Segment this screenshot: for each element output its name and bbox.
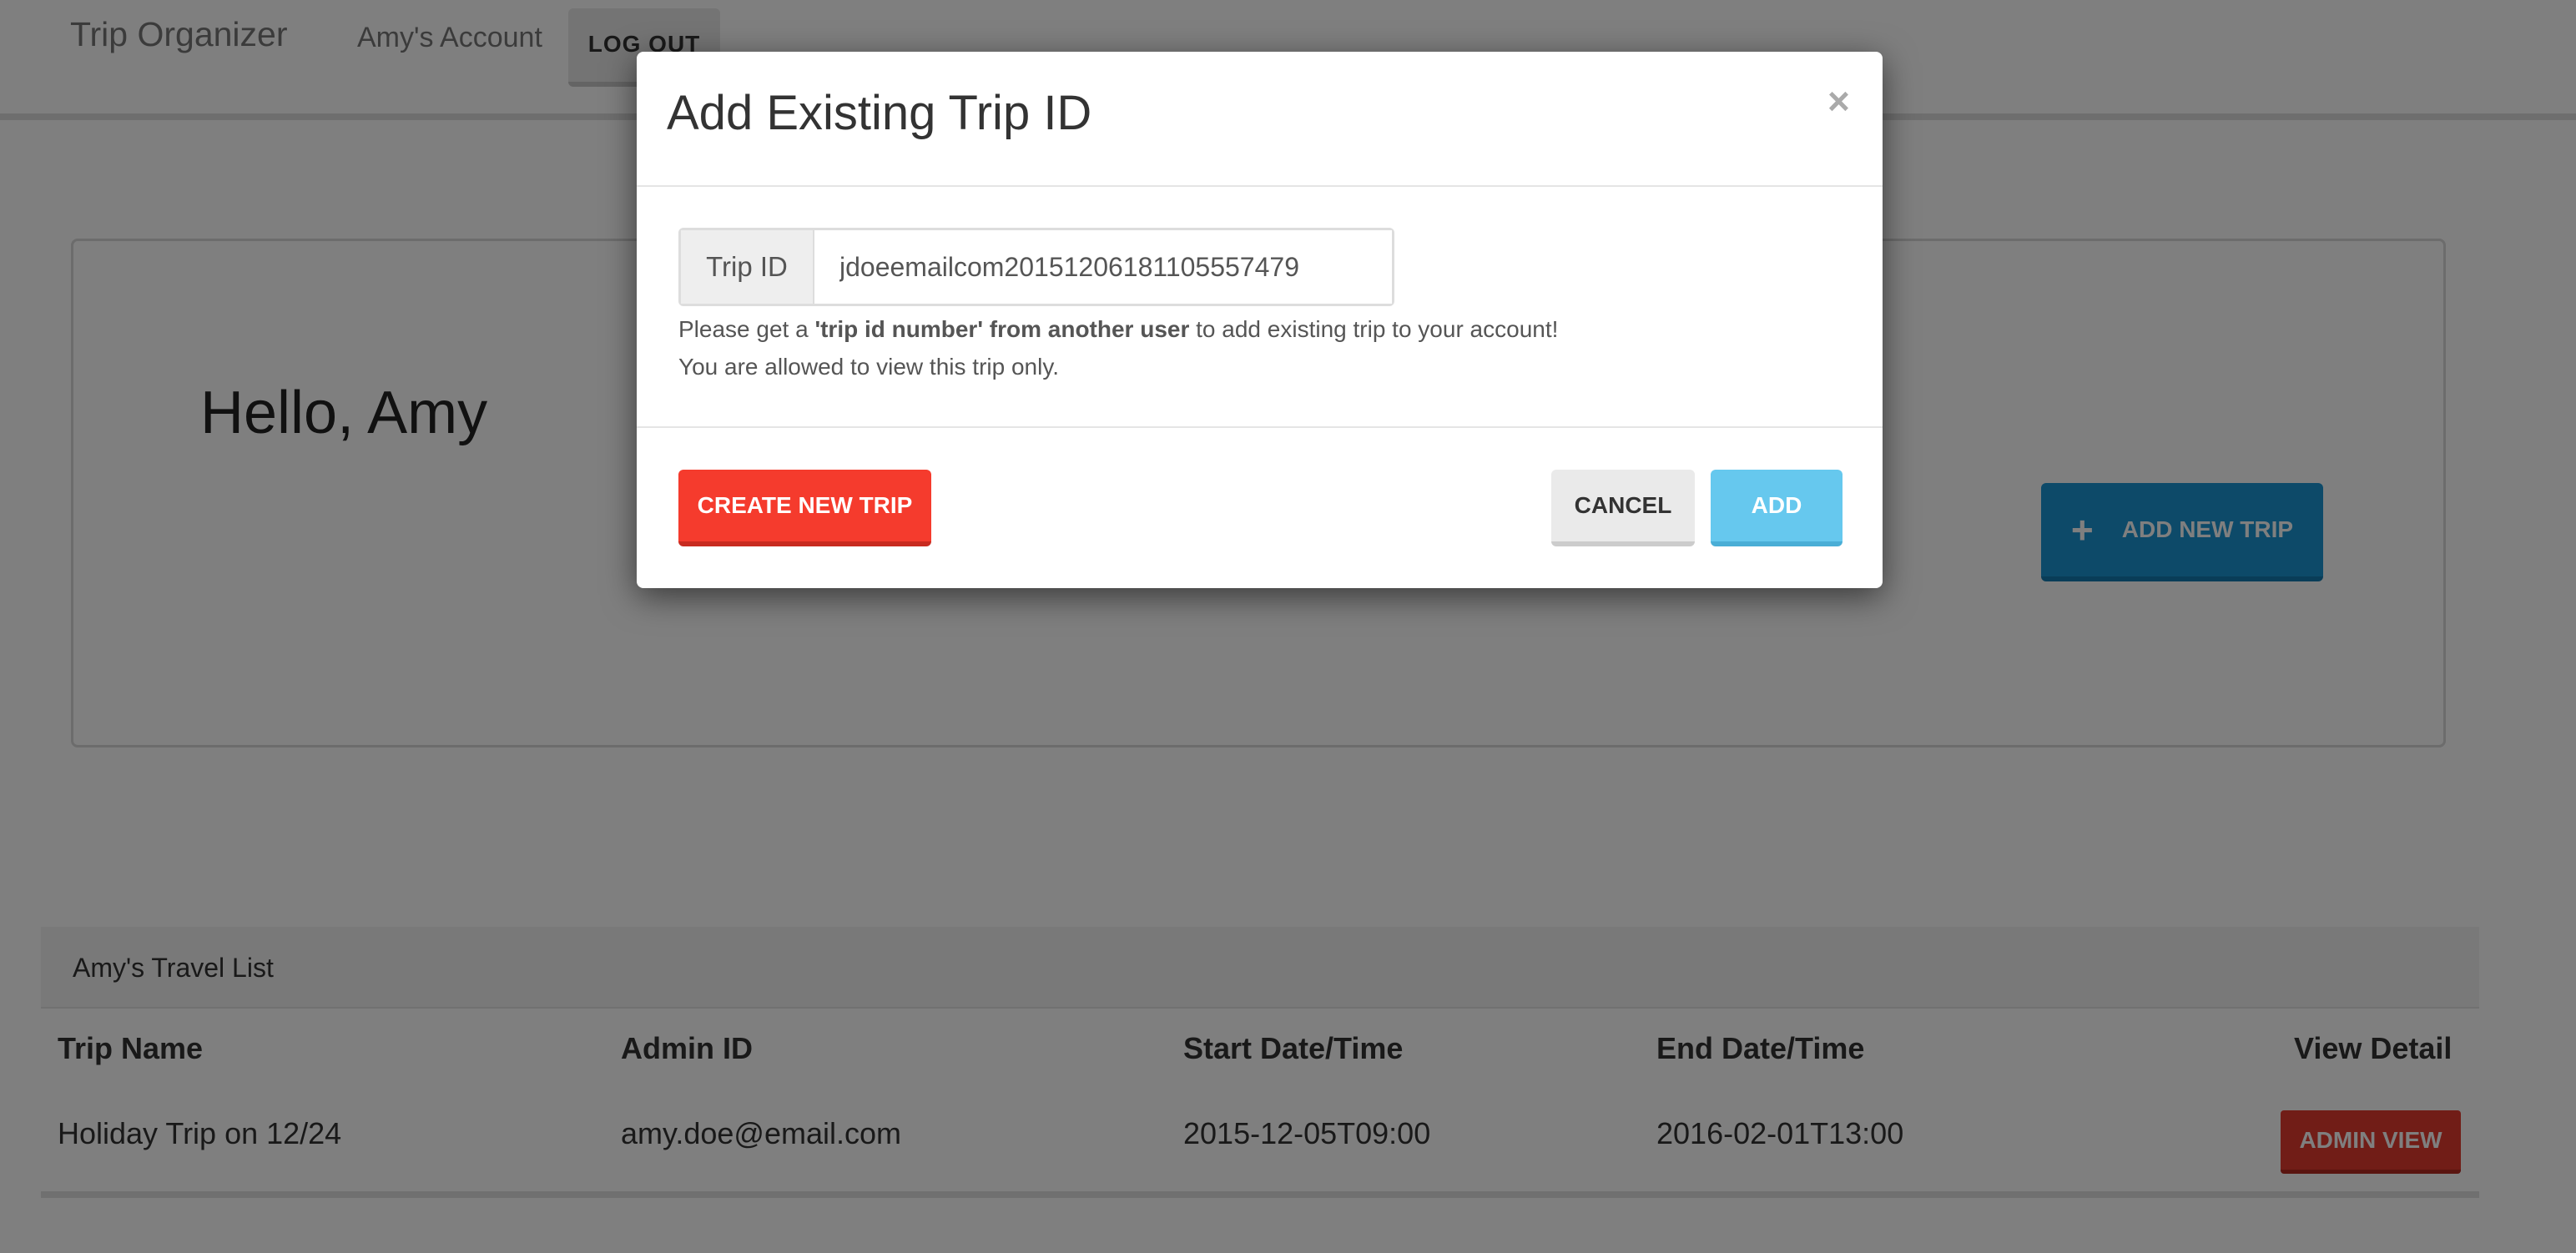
add-trip-modal: Add Existing Trip ID × Trip ID Please ge… bbox=[637, 52, 1883, 588]
modal-divider bbox=[637, 185, 1883, 187]
help-text: Please get a 'trip id number' from anoth… bbox=[678, 316, 1558, 343]
help-text-view-only: You are allowed to view this trip only. bbox=[678, 354, 1060, 380]
help-text-emphasis: 'trip id number' from another user bbox=[814, 316, 1190, 342]
close-icon[interactable]: × bbox=[1827, 78, 1850, 123]
trip-id-input-group: Trip ID bbox=[678, 228, 1394, 306]
trip-id-input[interactable] bbox=[814, 230, 1392, 304]
modal-title: Add Existing Trip ID bbox=[667, 86, 1092, 140]
cancel-button[interactable]: CANCEL bbox=[1551, 470, 1695, 546]
create-new-trip-button[interactable]: CREATE NEW TRIP bbox=[678, 470, 931, 546]
modal-footer-divider bbox=[637, 426, 1883, 428]
add-button[interactable]: ADD bbox=[1711, 470, 1843, 546]
help-text-prefix: Please get a bbox=[678, 316, 815, 342]
help-text-suffix: to add existing trip to your account! bbox=[1189, 316, 1559, 342]
trip-id-label: Trip ID bbox=[681, 230, 814, 304]
